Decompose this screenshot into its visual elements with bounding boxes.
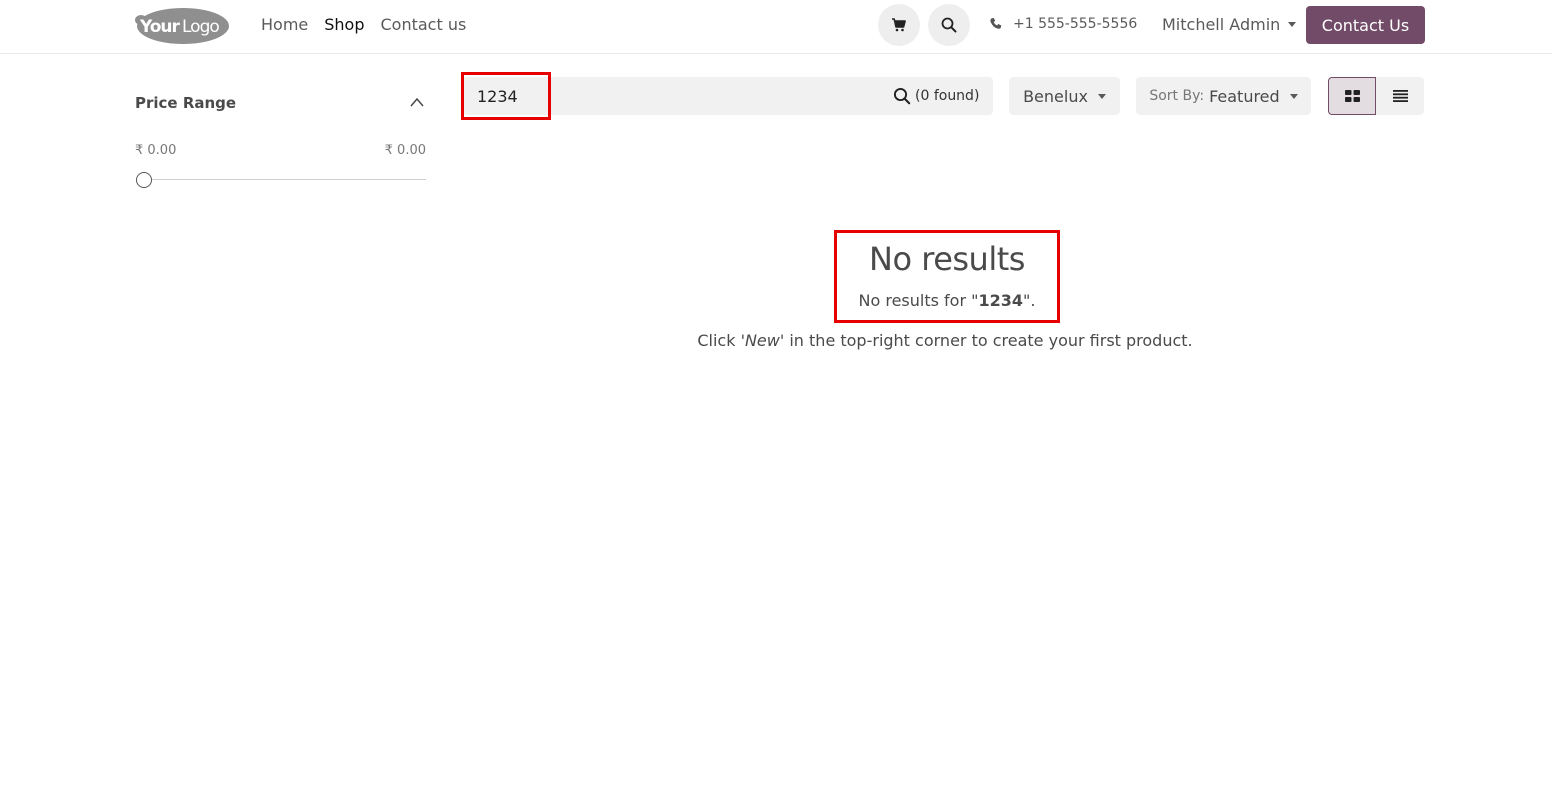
no-results-prefix: No results for " [858,291,979,310]
hint-new-emphasis: 'New' [740,331,785,350]
list-view-icon [1392,90,1408,102]
no-results-query: 1234 [978,291,1024,310]
search-icon [893,87,911,105]
chevron-up-icon[interactable] [409,96,425,108]
logo-image: Your Logo [135,8,229,44]
phone-number: +1 555-555-5556 [1013,16,1138,32]
sort-dropdown[interactable]: Sort By: Featured [1136,77,1311,115]
list-view-button[interactable] [1376,77,1424,115]
svg-text:Logo: Logo [182,17,219,37]
no-results-message: No results for "1234". [834,291,1060,310]
pricelist-value: Benelux [1023,86,1088,106]
price-max-label: ₹ 0.00 [384,143,426,158]
user-name: Mitchell Admin [1162,15,1281,34]
create-product-hint: Click 'New' in the top-right corner to c… [664,331,1226,350]
product-search-bar [463,77,993,115]
grid-view-button[interactable] [1328,77,1376,115]
header-search-button[interactable] [928,4,970,46]
price-slider-track[interactable] [143,179,426,180]
no-results-title: No results [869,240,1025,278]
cart-icon [892,18,906,32]
site-header: Your Logo Home Shop Contact us +1 555-55… [0,0,1552,54]
search-result-count: (0 found) [915,88,980,104]
hint-suffix: in the top-right corner to create your f… [784,331,1193,350]
chevron-down-icon [1288,22,1297,27]
sort-label: Sort By: [1149,88,1205,104]
no-results-suffix: ". [1023,291,1036,310]
phone-icon [990,17,1002,29]
user-menu[interactable]: Mitchell Admin [1162,15,1297,34]
view-mode-toggle [1328,77,1425,115]
chevron-down-icon [1289,93,1298,99]
contact-us-button[interactable]: Contact Us [1306,6,1425,44]
svg-text:Your: Your [139,17,181,37]
price-slider-handle[interactable] [136,172,152,188]
search-submit-button[interactable] [893,87,911,105]
price-min-label: ₹ 0.00 [135,143,177,158]
hint-prefix: Click [697,331,741,350]
nav-shop[interactable]: Shop [324,15,364,34]
nav-home[interactable]: Home [261,15,308,34]
pricelist-dropdown[interactable]: Benelux [1009,77,1120,115]
price-range-title[interactable]: Price Range [135,94,236,112]
phone-contact[interactable]: +1 555-555-5556 [989,16,1137,32]
site-logo[interactable]: Your Logo [135,6,229,45]
cart-button[interactable] [878,4,920,46]
product-search-input[interactable] [463,77,883,115]
sort-value: Featured [1209,86,1280,106]
search-icon [941,17,957,33]
nav-contact-us[interactable]: Contact us [381,15,467,34]
grid-view-icon [1344,90,1360,102]
chevron-down-icon [1097,93,1106,99]
main-nav: Home Shop Contact us [261,15,466,34]
